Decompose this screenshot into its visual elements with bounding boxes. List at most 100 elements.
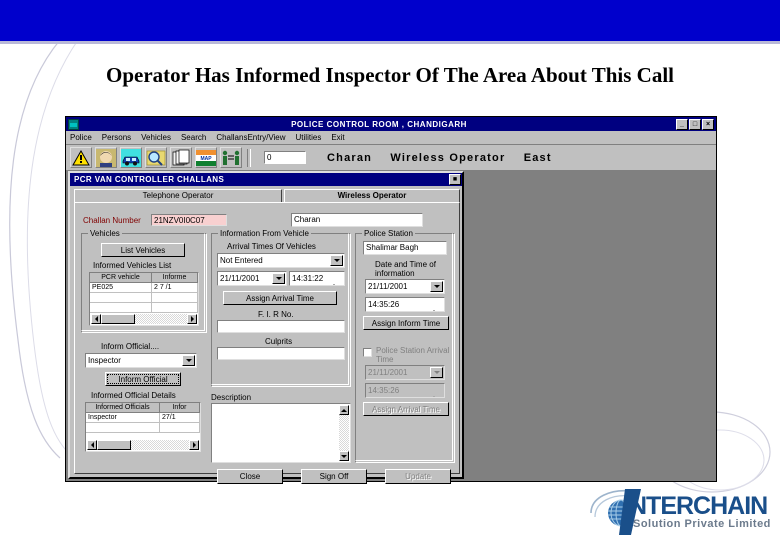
menu-item-challans-entry-view[interactable]: ChallansEntry/View bbox=[216, 133, 285, 142]
app-titlebar: POLICE CONTROL ROOM , CHANDIGARH _ □ × bbox=[66, 117, 716, 131]
status-operator-zone: East bbox=[523, 151, 552, 164]
sign-off-button[interactable]: Sign Off bbox=[301, 469, 367, 484]
menu-item-exit[interactable]: Exit bbox=[331, 133, 344, 142]
close-button[interactable]: × bbox=[702, 118, 714, 130]
ps-arrival-date-picker[interactable]: 21/11/2001 bbox=[365, 365, 445, 380]
fir-no-label: F. I. R No. bbox=[258, 310, 294, 319]
scroll-track[interactable] bbox=[339, 415, 349, 451]
status-operator-name: Charan bbox=[327, 151, 373, 164]
tab-telephone-operator[interactable]: Telephone Operator bbox=[74, 189, 282, 203]
fir-no-input[interactable] bbox=[217, 320, 345, 333]
grid-col-informed: Informe bbox=[152, 273, 198, 283]
menu-item-police[interactable]: Police bbox=[70, 133, 92, 142]
police-station-arrival-label-line2: Time bbox=[376, 355, 394, 364]
magnifier-map-icon[interactable] bbox=[145, 147, 167, 168]
description-textarea[interactable] bbox=[211, 403, 351, 463]
arrival-time-value: 14:31:22 bbox=[292, 274, 324, 283]
informed-officials-grid[interactable]: Informed Officials Infor Inspector 27/1 bbox=[85, 402, 201, 452]
maximize-button[interactable]: □ bbox=[689, 118, 701, 130]
close-button-footer[interactable]: Close bbox=[217, 469, 283, 484]
scroll-thumb[interactable] bbox=[97, 440, 131, 450]
ps-assign-arrival-time-button[interactable]: Assign Arrival Time bbox=[363, 402, 449, 416]
arrival-date-value: 21/11/2001 bbox=[220, 274, 260, 283]
arrival-time-field[interactable]: 14:31:22 bbox=[289, 271, 345, 286]
police-station-arrival-checkbox[interactable] bbox=[363, 348, 372, 357]
arrival-times-selected-value: Not Entered bbox=[220, 256, 263, 265]
cell-informed: 2 7 /1 bbox=[152, 283, 198, 293]
inform-official-selected-value: Inspector bbox=[88, 356, 121, 365]
scroll-up-arrow-icon[interactable] bbox=[339, 405, 349, 415]
arrival-time-spinner[interactable] bbox=[332, 273, 343, 285]
map-flag-icon[interactable]: MAP bbox=[195, 147, 217, 168]
child-title-text: PCR VAN CONTROLLER CHALLANS bbox=[74, 175, 225, 184]
inform-official-select[interactable]: Inspector bbox=[85, 353, 197, 368]
inform-time-spinner[interactable] bbox=[432, 299, 443, 311]
chevron-down-icon[interactable] bbox=[182, 355, 195, 366]
child-window-body: Telephone Operator Wireless Operator Cha… bbox=[70, 186, 462, 484]
arrival-date-picker[interactable]: 21/11/2001 bbox=[217, 271, 287, 286]
page-title: Operator Has Informed Inspector Of The A… bbox=[105, 63, 674, 87]
grid-col-informed-officials: Informed Officials bbox=[86, 403, 160, 413]
chevron-down-icon[interactable] bbox=[272, 273, 285, 284]
person-photo-icon[interactable] bbox=[95, 147, 117, 168]
svg-text:MAP: MAP bbox=[200, 156, 212, 162]
operator-name-input[interactable]: Charan bbox=[291, 213, 423, 227]
car-icon[interactable] bbox=[120, 147, 142, 168]
child-restore-button[interactable]: ■ bbox=[449, 174, 461, 185]
update-button[interactable]: Update bbox=[385, 469, 451, 484]
menu-item-utilities[interactable]: Utilities bbox=[296, 133, 322, 142]
chevron-down-icon[interactable] bbox=[430, 281, 443, 292]
culprits-input[interactable] bbox=[217, 347, 345, 360]
files-icon[interactable] bbox=[170, 147, 192, 168]
police-station-name-input[interactable]: Shalimar Bagh bbox=[363, 241, 447, 255]
menu-item-search[interactable]: Search bbox=[181, 133, 206, 142]
arrival-times-label: Arrival Times Of Vehicles bbox=[227, 242, 316, 251]
description-vscrollbar[interactable] bbox=[339, 405, 349, 461]
challan-number-input[interactable]: 21NZV0I0C07 bbox=[151, 214, 227, 226]
inform-time-field[interactable]: 14:35:26 bbox=[365, 297, 445, 312]
chevron-down-icon[interactable] bbox=[430, 367, 443, 378]
ps-arrival-time-spinner[interactable] bbox=[432, 385, 443, 397]
ps-arrival-time-field[interactable]: 14:35:26 bbox=[365, 383, 445, 398]
counter-field[interactable]: 0 bbox=[264, 151, 306, 164]
list-vehicles-button[interactable]: List Vehicles bbox=[101, 243, 185, 257]
ps-arrival-time-value: 14:35:26 bbox=[368, 386, 400, 395]
scroll-left-arrow-icon[interactable] bbox=[91, 314, 101, 324]
scroll-left-arrow-icon[interactable] bbox=[87, 440, 97, 450]
officials-grid-hscrollbar[interactable] bbox=[87, 440, 199, 450]
inform-official-button[interactable]: Inform Official bbox=[105, 372, 181, 386]
scroll-thumb[interactable] bbox=[101, 314, 135, 324]
vehicles-grid-hscrollbar[interactable] bbox=[91, 314, 197, 324]
inform-date-picker[interactable]: 21/11/2001 bbox=[365, 279, 445, 294]
arrival-times-select[interactable]: Not Entered bbox=[217, 253, 345, 268]
scroll-right-arrow-icon[interactable] bbox=[187, 314, 197, 324]
alert-triangle-icon[interactable] bbox=[70, 147, 92, 168]
slide-canvas: Operator Has Informed Inspector Of The A… bbox=[0, 0, 780, 540]
minimize-button[interactable]: _ bbox=[676, 118, 688, 130]
description-label: Description bbox=[211, 393, 252, 402]
police-station-group-label: Police Station bbox=[362, 229, 415, 238]
cell-pcr-vehicle: PE025 bbox=[90, 283, 152, 293]
company-logo: NTERCHAIN Solution Private Limited bbox=[585, 487, 775, 537]
assign-arrival-time-button[interactable]: Assign Arrival Time bbox=[223, 291, 337, 305]
cell-informed-official: Inspector bbox=[86, 413, 160, 423]
chevron-down-icon[interactable] bbox=[330, 255, 343, 266]
persons-exchange-icon[interactable] bbox=[220, 147, 242, 168]
informed-vehicles-list-label: Informed Vehicles List bbox=[93, 261, 172, 270]
assign-inform-time-button[interactable]: Assign Inform Time bbox=[363, 316, 449, 330]
scroll-track[interactable] bbox=[135, 314, 187, 324]
scroll-down-arrow-icon[interactable] bbox=[339, 451, 349, 461]
menu-item-persons[interactable]: Persons bbox=[102, 133, 131, 142]
menu-item-vehicles[interactable]: Vehicles bbox=[141, 133, 171, 142]
informed-vehicles-grid[interactable]: PCR vehicle Informe PE025 2 7 /1 bbox=[89, 272, 199, 326]
cell-empty bbox=[160, 423, 200, 433]
scroll-right-arrow-icon[interactable] bbox=[189, 440, 199, 450]
table-row-empty[interactable] bbox=[86, 423, 200, 433]
table-row[interactable]: PE025 2 7 /1 bbox=[90, 283, 198, 293]
table-row-empty[interactable] bbox=[90, 293, 198, 303]
table-row[interactable]: Inspector 27/1 bbox=[86, 413, 200, 423]
tab-wireless-operator[interactable]: Wireless Operator bbox=[284, 189, 460, 203]
table-row-empty[interactable] bbox=[90, 303, 198, 313]
scroll-track[interactable] bbox=[131, 440, 189, 450]
header-band bbox=[0, 0, 780, 41]
